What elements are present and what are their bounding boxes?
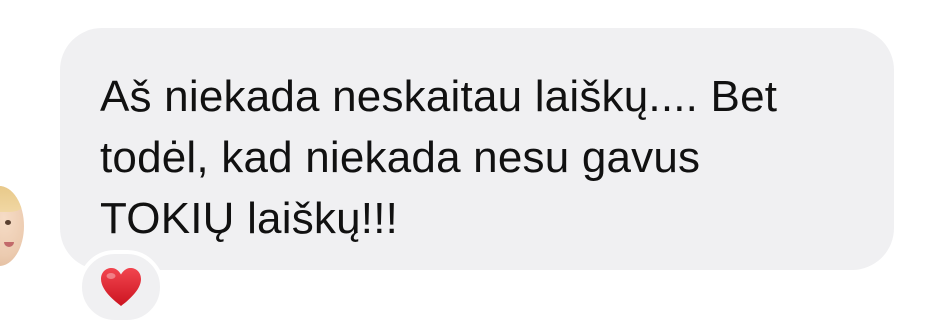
avatar-mouth [4, 242, 14, 247]
message-text: Aš niekada neskaitau laiškų.... Bet todė… [100, 66, 854, 249]
message-line: todėl, kad niekada nesu gavus [100, 133, 701, 182]
avatar-hair [0, 186, 24, 212]
heart-reaction[interactable] [78, 250, 164, 324]
sender-avatar[interactable] [0, 186, 24, 266]
message-line: Aš niekada neskaitau laiškų.... Bet [100, 72, 778, 121]
chat-thread: Aš niekada neskaitau laiškų.... Bet todė… [0, 0, 939, 333]
red-heart-icon [101, 268, 141, 306]
message-bubble[interactable]: Aš niekada neskaitau laiškų.... Bet todė… [60, 28, 894, 270]
avatar-eye [5, 220, 11, 225]
message-line: TOKIŲ laiškų!!! [100, 194, 399, 243]
